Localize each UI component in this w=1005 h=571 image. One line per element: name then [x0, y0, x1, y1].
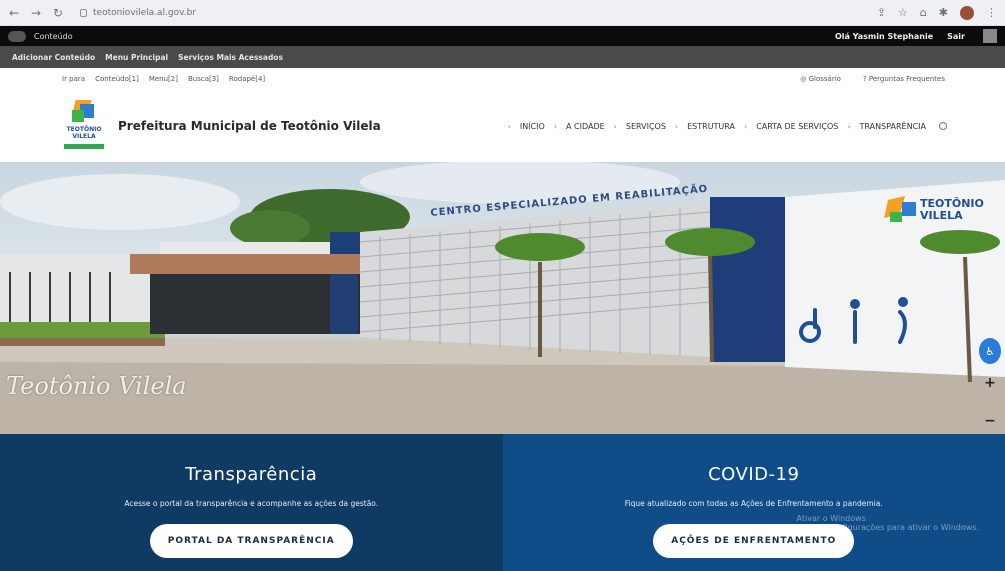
site-title[interactable]: Prefeitura Municipal de Teotônio Vilela: [118, 119, 381, 133]
skip-content-link[interactable]: Conteúdo[1]: [95, 75, 139, 83]
faq-link[interactable]: ? Perguntas Frequentes: [863, 75, 945, 83]
faq-label: Perguntas Frequentes: [868, 75, 945, 83]
wall-logo-text: TEOTÔNIO VILELA: [920, 197, 984, 222]
nav-bullet-icon: ›: [847, 121, 851, 131]
logo-band: [64, 144, 104, 149]
glossary-link[interactable]: ◎ Glossário: [800, 75, 841, 83]
accessibility-toggle-icon[interactable]: ♿: [979, 338, 1001, 364]
nav-bullet-icon: ›: [613, 121, 617, 131]
forward-icon[interactable]: →: [30, 6, 42, 20]
reload-icon[interactable]: ↻: [52, 6, 64, 20]
nav-item-a-cidade[interactable]: A CIDADE: [566, 122, 605, 131]
watermark-line-1: Ativar o Windows: [796, 514, 866, 523]
nav-item-transparencia[interactable]: TRANSPARÊNCIA: [860, 122, 926, 131]
transparency-text: Acesse o portal da transparência e acomp…: [124, 499, 379, 508]
admin-content-link[interactable]: Conteúdo: [34, 32, 73, 41]
admin-bar: Conteúdo Olá Yasmin Stephanie Sair: [0, 26, 1005, 46]
kebab-menu-icon[interactable]: ⋮: [986, 6, 997, 19]
logout-link[interactable]: Sair: [947, 32, 965, 41]
accessibility-side-tools: ♿ + − = ◐: [977, 338, 1003, 434]
skip-menu-link[interactable]: Menu[2]: [149, 75, 178, 83]
logo-shape-green: [72, 110, 84, 122]
toolbar-main-menu[interactable]: Menu Principal: [105, 53, 168, 62]
profile-avatar[interactable]: [960, 5, 974, 20]
address-bar[interactable]: teotoniovilela.al.gov.br: [80, 8, 196, 18]
puzzle-icon[interactable]: ✱: [939, 6, 948, 19]
transparency-portal-button[interactable]: PORTAL DA TRANSPARÊNCIA: [149, 524, 353, 558]
windows-activation-watermark: Ativar o Windows Acesse Configurações pa…: [797, 514, 979, 532]
covid-title: COVID-19: [708, 464, 800, 485]
hero-banner: CENTRO ESPECIALIZADO EM REABILITAÇÃO TEO…: [0, 162, 1005, 434]
toolbar-add-content[interactable]: Adicionar Conteúdo: [12, 53, 95, 62]
city-logo[interactable]: TEOTÔNIO VILELA: [62, 96, 106, 156]
admin-user-area: Olá Yasmin Stephanie Sair: [835, 29, 997, 43]
nav-item-inicio[interactable]: INÍCIO: [520, 122, 545, 131]
feature-panels: Transparência Acesse o portal da transpa…: [0, 434, 1005, 571]
browser-window: ← → ↻ teotoniovilela.al.gov.br ⇪ ☆ ⌂ ✱ ⋮…: [0, 0, 1005, 571]
nav-item-servicos[interactable]: SERVIÇOS: [626, 122, 666, 131]
zoom-in-button[interactable]: +: [979, 364, 1001, 402]
covid-text: Fique atualizado com todas as Ações de E…: [624, 499, 883, 508]
browser-actions: ⇪ ☆ ⌂ ✱ ⋮: [877, 5, 997, 20]
transparency-panel: Transparência Acesse o portal da transpa…: [0, 434, 503, 571]
accessibility-links: ◎ Glossário ? Perguntas Frequentes: [800, 75, 945, 83]
nav-bullet-icon: ›: [744, 121, 748, 131]
user-greeting[interactable]: Olá Yasmin Stephanie: [835, 32, 933, 41]
watermark-line-2: Acesse Configurações para ativar o Windo…: [796, 523, 979, 532]
url-text: teotoniovilela.al.gov.br: [93, 7, 197, 18]
main-nav: › INÍCIO › A CIDADE › SERVIÇOS › ESTRUTU…: [508, 122, 1005, 131]
search-icon[interactable]: [939, 122, 947, 130]
nav-bullet-icon: ›: [553, 121, 557, 131]
lock-icon: [80, 8, 87, 17]
user-avatar[interactable]: [983, 29, 997, 43]
zoom-out-button[interactable]: −: [979, 402, 1001, 434]
covid-panel: COVID-19 Fique atualizado com todas as A…: [502, 434, 1005, 571]
site-header: TEOTÔNIO VILELA Prefeitura Municipal de …: [0, 90, 1005, 162]
hero-caption: Teotônio Vilela: [6, 372, 187, 400]
admin-toolbar: Adicionar Conteúdo Menu Principal Serviç…: [0, 46, 1005, 68]
skip-search-link[interactable]: Busca[3]: [188, 75, 219, 83]
skip-label: Ir para: [62, 75, 86, 83]
bookmark-star-icon[interactable]: ☆: [898, 6, 908, 19]
nav-bullet-icon: ›: [674, 121, 679, 131]
share-icon[interactable]: ⇪: [877, 6, 886, 19]
toolbar-top-services[interactable]: Serviços Mais Acessados: [178, 53, 283, 62]
transparency-title: Transparência: [185, 464, 318, 485]
logo-text: TEOTÔNIO VILELA: [66, 126, 102, 140]
admin-logo-icon[interactable]: [8, 30, 26, 42]
glossary-label: Glossário: [808, 75, 841, 83]
back-icon[interactable]: ←: [8, 6, 20, 20]
extension-icon[interactable]: ⌂: [920, 6, 927, 19]
browser-toolbar: ← → ↻ teotoniovilela.al.gov.br ⇪ ☆ ⌂ ✱ ⋮: [0, 0, 1005, 26]
skip-footer-link[interactable]: Rodapé[4]: [229, 75, 265, 83]
accessibility-bar: Ir para Conteúdo[1] Menu[2] Busca[3] Rod…: [0, 68, 1005, 90]
nav-item-estrutura[interactable]: ESTRUTURA: [687, 122, 735, 131]
nav-item-carta-de-servicos[interactable]: CARTA DE SERVIÇOS: [756, 122, 838, 131]
nav-bullet-icon: ›: [507, 121, 511, 131]
